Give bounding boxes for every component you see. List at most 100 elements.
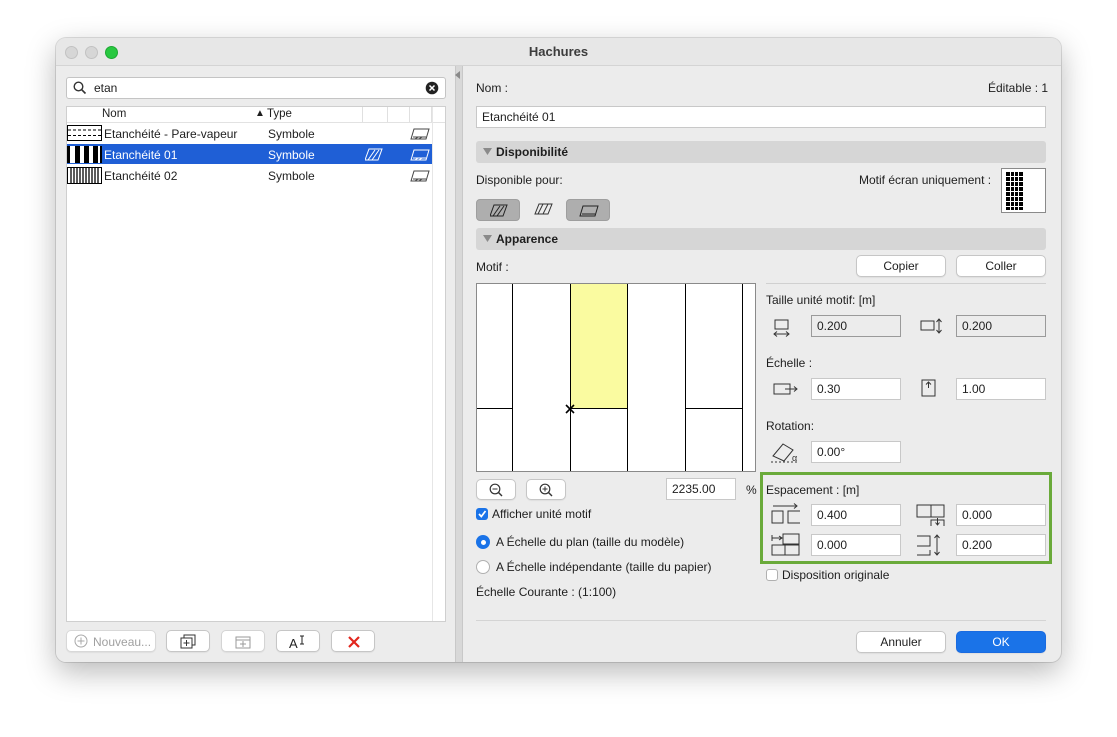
list-item-name: Etanchéité 01 (104, 148, 178, 162)
scale-x-input[interactable]: 0.30 (811, 378, 901, 400)
spacing-d-input[interactable]: 0.200 (956, 534, 1046, 556)
cancel-button[interactable]: Annuler (856, 631, 946, 653)
zoom-out-button[interactable] (476, 479, 516, 500)
divider (766, 283, 1046, 284)
radio-paper-scale[interactable] (476, 560, 490, 574)
search-input[interactable]: etan (94, 81, 117, 95)
import-icon (235, 636, 251, 649)
new-button[interactable]: Nouveau... (66, 630, 156, 652)
original-layout-checkbox[interactable] (766, 569, 778, 581)
wall-icon (490, 204, 508, 217)
screen-only-label: Motif écran uniquement : (859, 173, 992, 187)
unit-height-input[interactable]: 0.200 (956, 315, 1046, 337)
import-button[interactable] (221, 630, 265, 652)
horizontal-offset-icon (771, 533, 800, 556)
svg-text:A: A (289, 636, 298, 650)
duplicate-button[interactable] (166, 630, 210, 652)
rotation-input[interactable]: 0.00° (811, 441, 901, 463)
show-unit-label: Afficher unité motif (492, 507, 592, 521)
vertical-offset-icon (916, 504, 945, 526)
paste-button[interactable]: Coller (956, 255, 1046, 277)
rotation-angle-icon: α (771, 443, 798, 463)
availability-segmented-control (476, 199, 611, 221)
current-scale-text: Échelle Courante : (1:100) (476, 585, 617, 599)
ok-button[interactable]: OK (956, 631, 1046, 653)
name-label: Nom : (476, 81, 509, 95)
search-icon (73, 81, 87, 95)
hatch-dialog: Hachures etan Nom ▲ Type Etanchéité - Pa… (56, 38, 1061, 662)
name-input[interactable]: Etanchéité 01 (476, 106, 1046, 128)
column-header-name[interactable]: Nom (102, 108, 126, 120)
column-header-type[interactable]: Type (267, 108, 292, 120)
available-for-label: Disponible pour: (476, 173, 563, 187)
search-field[interactable]: etan (66, 77, 446, 99)
radio-dot (480, 539, 486, 545)
unit-width-input[interactable]: 0.200 (811, 315, 901, 337)
list-item[interactable]: Etanchéité - Pare-vapeur Symbole (67, 123, 432, 143)
screen-pattern-swatch[interactable] (1001, 168, 1046, 213)
copy-button[interactable]: Copier (856, 255, 946, 277)
spacing-c-input[interactable]: 0.000 (811, 534, 901, 556)
segment-slab[interactable] (566, 199, 610, 221)
title-bar: Hachures (56, 38, 1061, 66)
editable-count: Éditable : 1 (988, 81, 1049, 95)
spacing-a-input[interactable]: 0.400 (811, 504, 901, 526)
scale-label: Échelle : (766, 356, 813, 370)
wall-section-icon (365, 148, 383, 161)
slab-icon (410, 128, 430, 140)
zoom-out-icon (489, 483, 503, 497)
original-layout-label: Disposition originale (782, 568, 890, 582)
rename-text-icon: A (289, 635, 304, 650)
list-item-type: Symbole (268, 148, 315, 162)
unit-height-icon (920, 318, 942, 334)
zoom-unit: % (746, 483, 757, 497)
list-item-name: Etanchéité - Pare-vapeur (104, 127, 238, 141)
list-header: Nom ▲ Type (67, 107, 445, 123)
unit-width-icon (773, 319, 790, 337)
duplicate-icon (180, 634, 196, 649)
slab-icon (579, 205, 599, 217)
zoom-in-button[interactable] (526, 479, 566, 500)
clear-search-icon[interactable] (425, 81, 439, 95)
delete-button[interactable] (331, 630, 375, 652)
spacing-label: Espacement : [m] (766, 483, 860, 497)
scale-y-icon (921, 379, 936, 397)
zoom-value-input[interactable]: 2235.00 (666, 478, 736, 500)
list-item[interactable]: Etanchéité 02 Symbole (67, 165, 432, 185)
segment-cut-fill[interactable] (523, 199, 563, 221)
scrollbar-track[interactable] (432, 107, 433, 621)
list-item-selected[interactable]: Etanchéité 01 Symbole (67, 144, 432, 164)
spacing-b-input[interactable]: 0.000 (956, 504, 1046, 526)
availability-title: Disponibilité (496, 145, 568, 159)
hatch-dashed-thumbnail (67, 125, 102, 141)
scale-y-input[interactable]: 1.00 (956, 378, 1046, 400)
disclosure-triangle-icon (483, 235, 492, 242)
slab-icon (410, 149, 430, 161)
cut-fill-icon (534, 203, 553, 215)
pane-splitter[interactable] (455, 66, 463, 662)
vertical-spacing-icon (917, 534, 940, 556)
sort-ascending-icon: ▲ (255, 108, 265, 119)
unit-size-label: Taille unité motif: [m] (766, 293, 876, 307)
hatch-list-pane: etan Nom ▲ Type Etanchéité - Pare-vapeur… (56, 66, 455, 662)
collapse-arrow-icon[interactable] (455, 70, 461, 80)
footer-divider (476, 620, 1046, 621)
radio-plan-scale[interactable] (476, 535, 490, 549)
hatch-list: Nom ▲ Type Etanchéité - Pare-vapeur Symb… (66, 106, 446, 622)
column-divider (387, 107, 388, 122)
segment-wall[interactable] (476, 199, 520, 221)
show-unit-checkbox[interactable] (476, 508, 488, 520)
slab-icon (410, 170, 430, 182)
availability-section-header[interactable]: Disponibilité (476, 141, 1046, 163)
appearance-section-header[interactable]: Apparence (476, 228, 1046, 250)
radio-plan-scale-label: A Échelle du plan (taille du modèle) (496, 535, 685, 549)
checkmark-icon (478, 510, 487, 518)
column-divider (409, 107, 410, 122)
hatch-stripes-thumbnail (67, 146, 102, 163)
plus-circle-icon (74, 634, 88, 648)
appearance-title: Apparence (496, 232, 559, 246)
pattern-preview[interactable] (476, 283, 756, 472)
disclosure-triangle-icon (483, 148, 492, 155)
rename-button[interactable]: A (276, 630, 320, 652)
column-divider (362, 107, 363, 122)
